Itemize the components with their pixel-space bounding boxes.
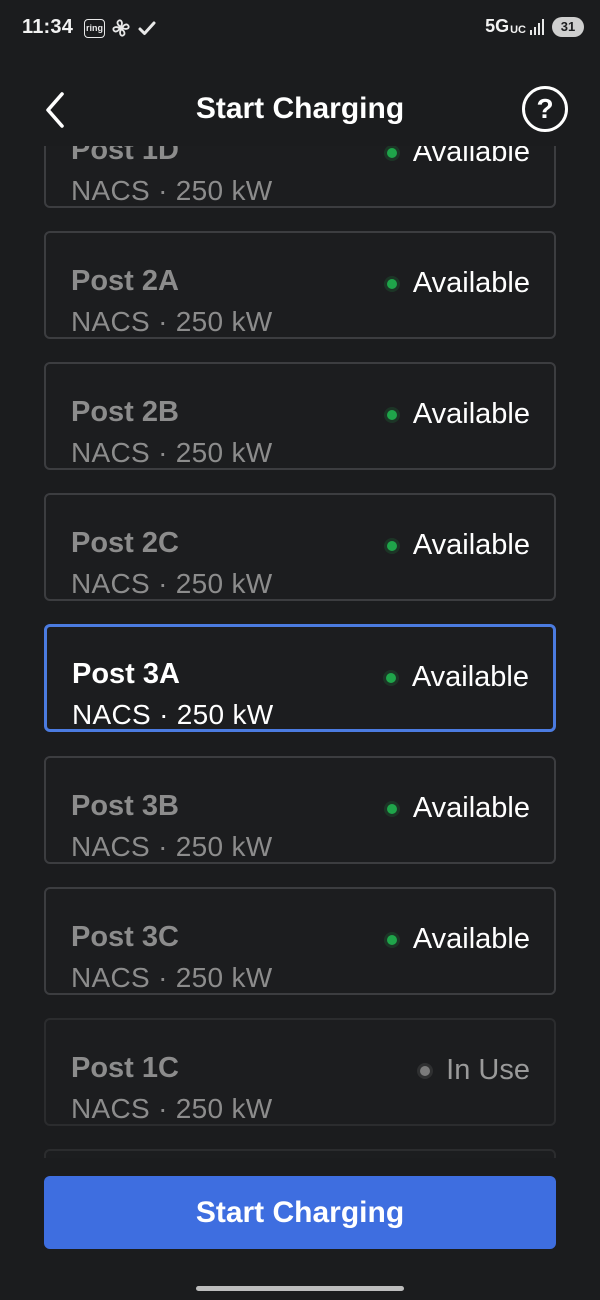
post-card-1d[interactable]: Post 1D NACS · 250 kW Available [44, 146, 556, 208]
help-icon: ? [536, 93, 554, 124]
post-card-3c[interactable]: Post 3C NACS · 250 kW Available [44, 887, 556, 995]
post-spec: NACS · 250 kW [72, 699, 274, 730]
status-dot-icon [386, 934, 397, 945]
post-name: Post 1D [71, 146, 179, 166]
status-time: 11:34 [22, 16, 74, 38]
post-spec: NACS · 250 kW [71, 306, 273, 337]
post-status: Available [386, 923, 530, 956]
battery-icon: 31 [552, 16, 584, 37]
check-badge-icon [138, 21, 156, 35]
ring-app-icon: ring [84, 18, 105, 38]
post-spec: NACS · 250 kW [71, 962, 273, 993]
post-card-2c[interactable]: Post 2C NACS · 250 kW Available [44, 493, 556, 601]
system-status: 5G UC 31 [485, 16, 584, 37]
post-spec: NACS · 250 kW [71, 175, 273, 206]
post-spec: NACS · 250 kW [71, 1093, 273, 1124]
status-label: In Use [446, 1054, 530, 1086]
status-bar: 11:34 ring 5G UC 31 [0, 0, 600, 58]
post-name: Post 1C [71, 1052, 179, 1084]
post-name: Post 2A [71, 265, 179, 297]
post-status: Available [386, 146, 530, 169]
post-card-2b[interactable]: Post 2B NACS · 250 kW Available [44, 362, 556, 470]
status-label: Available [412, 529, 530, 561]
start-charging-button[interactable]: Start Charging [44, 1176, 556, 1249]
status-label: Available [412, 398, 530, 430]
post-status: Available [386, 792, 530, 825]
status-label: Available [412, 146, 530, 168]
post-status: Available [385, 661, 529, 694]
network-type: 5G [485, 16, 510, 36]
post-spec: NACS · 250 kW [71, 831, 273, 862]
status-label: Available [412, 923, 530, 955]
network-sub: UC [510, 23, 526, 36]
post-spec: NACS · 250 kW [71, 568, 273, 599]
post-status: In Use [420, 1054, 530, 1087]
post-card-3b[interactable]: Post 3B NACS · 250 kW Available [44, 756, 556, 864]
post-card-1c[interactable]: Post 1C NACS · 250 kW In Use [44, 1018, 556, 1126]
post-status: Available [386, 398, 530, 431]
header: Start Charging ? [0, 70, 600, 150]
status-dot-icon [386, 540, 397, 551]
post-card-3a[interactable]: Post 3A NACS · 250 kW Available [44, 624, 556, 732]
post-status: Available [386, 267, 530, 300]
status-dot-icon [386, 147, 397, 158]
status-dot-icon [385, 672, 396, 683]
post-list[interactable]: Post 1D NACS · 250 kW Available Post 2A … [0, 146, 600, 1158]
status-dot-icon [386, 803, 397, 814]
notification-icons: ring [84, 18, 157, 38]
status-label: Available [412, 792, 530, 824]
status-label: Available [412, 267, 530, 299]
status-dot-icon [386, 409, 397, 420]
home-indicator [196, 1286, 404, 1291]
post-spec: NACS · 250 kW [71, 437, 273, 468]
post-name: Post 2C [71, 527, 179, 559]
post-card-next[interactable] [44, 1149, 556, 1158]
signal-icon [530, 18, 544, 35]
status-dot-icon [386, 278, 397, 289]
page-title: Start Charging [195, 92, 405, 125]
status-label: Available [411, 661, 529, 693]
post-name: Post 3C [71, 921, 179, 953]
post-card-2a[interactable]: Post 2A NACS · 250 kW Available [44, 231, 556, 339]
screen: 11:34 ring 5G UC 31 Start Charging ? Pos… [0, 0, 600, 1300]
fan-icon [112, 19, 130, 37]
post-name: Post 2B [71, 396, 179, 428]
post-name: Post 3A [72, 658, 180, 690]
post-name: Post 3B [71, 790, 179, 822]
post-status: Available [386, 529, 530, 562]
help-button[interactable]: ? [522, 86, 568, 132]
status-dot-icon [420, 1065, 431, 1076]
